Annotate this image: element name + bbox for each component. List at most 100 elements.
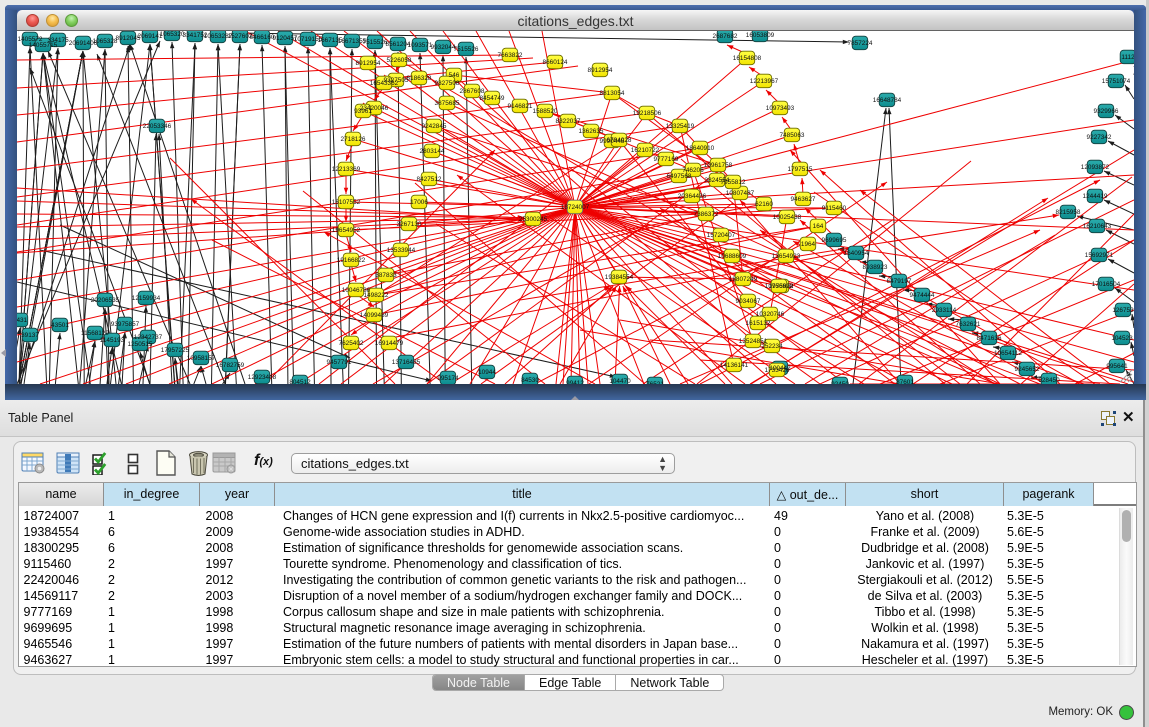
svg-text:8938923: 8938923: [863, 264, 888, 271]
svg-text:9242845: 9242845: [422, 123, 447, 130]
svg-text:10958157: 10958157: [187, 355, 216, 362]
svg-text:3875685: 3875685: [435, 100, 460, 107]
svg-text:1362635: 1362635: [579, 128, 604, 135]
svg-text:164: 164: [813, 223, 824, 230]
svg-text:16107552: 16107552: [332, 199, 361, 206]
svg-text:15692971: 15692971: [1085, 252, 1114, 259]
svg-text:9699695: 9699695: [822, 237, 847, 244]
svg-text:13533944: 13533944: [387, 247, 416, 254]
svg-text:6497568: 6497568: [667, 173, 692, 180]
svg-text:8912954: 8912954: [356, 60, 381, 67]
svg-text:8813054: 8813054: [600, 90, 625, 97]
svg-text:9457791: 9457791: [327, 359, 352, 366]
svg-text:13654923: 13654923: [772, 253, 801, 260]
svg-text:14136141: 14136141: [720, 362, 749, 369]
svg-text:15751074: 15751074: [1102, 78, 1131, 85]
svg-text:9034067: 9034067: [736, 298, 761, 305]
svg-text:8660124: 8660124: [543, 59, 568, 66]
svg-text:10973493: 10973493: [766, 105, 795, 112]
svg-text:1797515: 1797515: [788, 166, 813, 173]
svg-text:1964: 1964: [801, 241, 816, 248]
svg-text:99412: 99412: [566, 380, 584, 384]
svg-text:10654112: 10654112: [994, 350, 1022, 357]
svg-text:9777169: 9777169: [654, 156, 679, 163]
svg-text:804512: 804512: [289, 379, 311, 384]
svg-text:7386372: 7386372: [694, 211, 719, 218]
svg-text:19654952: 19654952: [332, 227, 361, 234]
svg-text:7955812: 7955812: [721, 179, 746, 186]
svg-text:104470: 104470: [609, 378, 631, 384]
svg-text:8215958: 8215958: [1056, 209, 1081, 216]
svg-text:17957225: 17957225: [161, 347, 190, 354]
svg-text:1065320: 1065320: [160, 31, 185, 38]
svg-text:8471636: 8471636: [977, 335, 1002, 342]
svg-text:12159934: 12159934: [132, 295, 161, 302]
svg-text:12093872: 12093872: [1081, 164, 1110, 171]
svg-text:16154808: 16154808: [733, 55, 762, 62]
svg-text:39137: 39137: [21, 332, 39, 339]
svg-text:7515526: 7515526: [454, 46, 479, 53]
svg-text:10688609: 10688609: [718, 253, 747, 260]
svg-text:9245652: 9245652: [1015, 366, 1040, 373]
svg-text:18640910: 18640910: [686, 145, 715, 152]
svg-text:11568129: 11568129: [81, 330, 109, 337]
svg-text:2933114: 2933114: [932, 307, 957, 314]
svg-text:20364436: 20364436: [678, 193, 707, 200]
svg-text:334175: 334175: [47, 37, 69, 44]
svg-text:9431: 9431: [17, 317, 28, 324]
svg-text:9115460: 9115460: [822, 205, 847, 212]
svg-text:7632621: 7632621: [956, 321, 981, 328]
svg-text:126753: 126753: [1112, 307, 1134, 314]
svg-text:7515526: 7515526: [363, 39, 388, 46]
svg-text:22053346: 22053346: [143, 123, 172, 130]
svg-text:1640954: 1640954: [844, 250, 869, 257]
svg-text:1250515: 1250515: [128, 341, 153, 348]
svg-text:16053809: 16053809: [746, 32, 775, 39]
svg-text:104523: 104523: [1111, 335, 1133, 342]
svg-text:76521: 76521: [646, 381, 664, 384]
svg-text:3267130: 3267130: [397, 221, 422, 228]
svg-text:12342737: 12342737: [134, 334, 163, 341]
svg-text:18724007: 18724007: [561, 204, 590, 211]
svg-text:10944: 10944: [478, 369, 496, 376]
svg-text:6794028: 6794028: [607, 137, 632, 144]
svg-text:93975857: 93975857: [111, 321, 140, 328]
svg-text:1093571: 1093571: [408, 42, 433, 49]
svg-text:1065328: 1065328: [93, 38, 118, 45]
svg-text:16543362: 16543362: [370, 80, 399, 87]
svg-text:19218506: 19218506: [633, 110, 662, 117]
svg-text:16210643: 16210643: [1083, 223, 1112, 230]
svg-text:7485063: 7485063: [780, 132, 805, 139]
svg-text:9463627: 9463627: [791, 196, 816, 203]
svg-text:16210722: 16210722: [631, 147, 660, 154]
svg-text:1733426: 1733426: [765, 367, 790, 374]
svg-text:19166822: 19166822: [337, 257, 366, 264]
svg-text:2867608: 2867608: [460, 88, 485, 95]
svg-text:18807249: 18807249: [729, 276, 758, 283]
svg-text:2687682: 2687682: [713, 33, 738, 40]
svg-text:10756928: 10756928: [765, 283, 794, 290]
svg-text:9474444: 9474444: [910, 292, 935, 299]
svg-text:7857224: 7857224: [848, 40, 873, 47]
svg-text:928450: 928450: [1038, 377, 1060, 384]
svg-text:10320746: 10320746: [756, 311, 785, 318]
svg-text:7625402: 7625402: [339, 340, 364, 347]
svg-text:7663822: 7663822: [498, 52, 523, 59]
svg-text:5226058: 5226058: [387, 57, 412, 64]
svg-text:43501: 43501: [51, 322, 69, 329]
svg-text:19384554: 19384554: [605, 274, 634, 281]
svg-text:6479197: 6479197: [887, 278, 912, 285]
svg-text:13325419: 13325419: [666, 123, 695, 130]
svg-text:14099489: 14099489: [360, 312, 389, 319]
svg-text:8454749: 8454749: [480, 95, 505, 102]
svg-text:8427512: 8427512: [417, 176, 442, 183]
svg-text:9327508: 9327508: [435, 80, 460, 87]
svg-text:93961: 93961: [354, 108, 372, 115]
svg-text:995174: 995174: [437, 375, 459, 382]
svg-text:6466160: 6466160: [250, 34, 275, 41]
svg-text:995641: 995641: [1106, 363, 1128, 370]
svg-text:16648784: 16648784: [873, 97, 902, 104]
svg-text:62160: 62160: [755, 201, 773, 208]
svg-text:87601: 87601: [896, 379, 914, 384]
svg-text:387833: 387833: [375, 272, 397, 279]
